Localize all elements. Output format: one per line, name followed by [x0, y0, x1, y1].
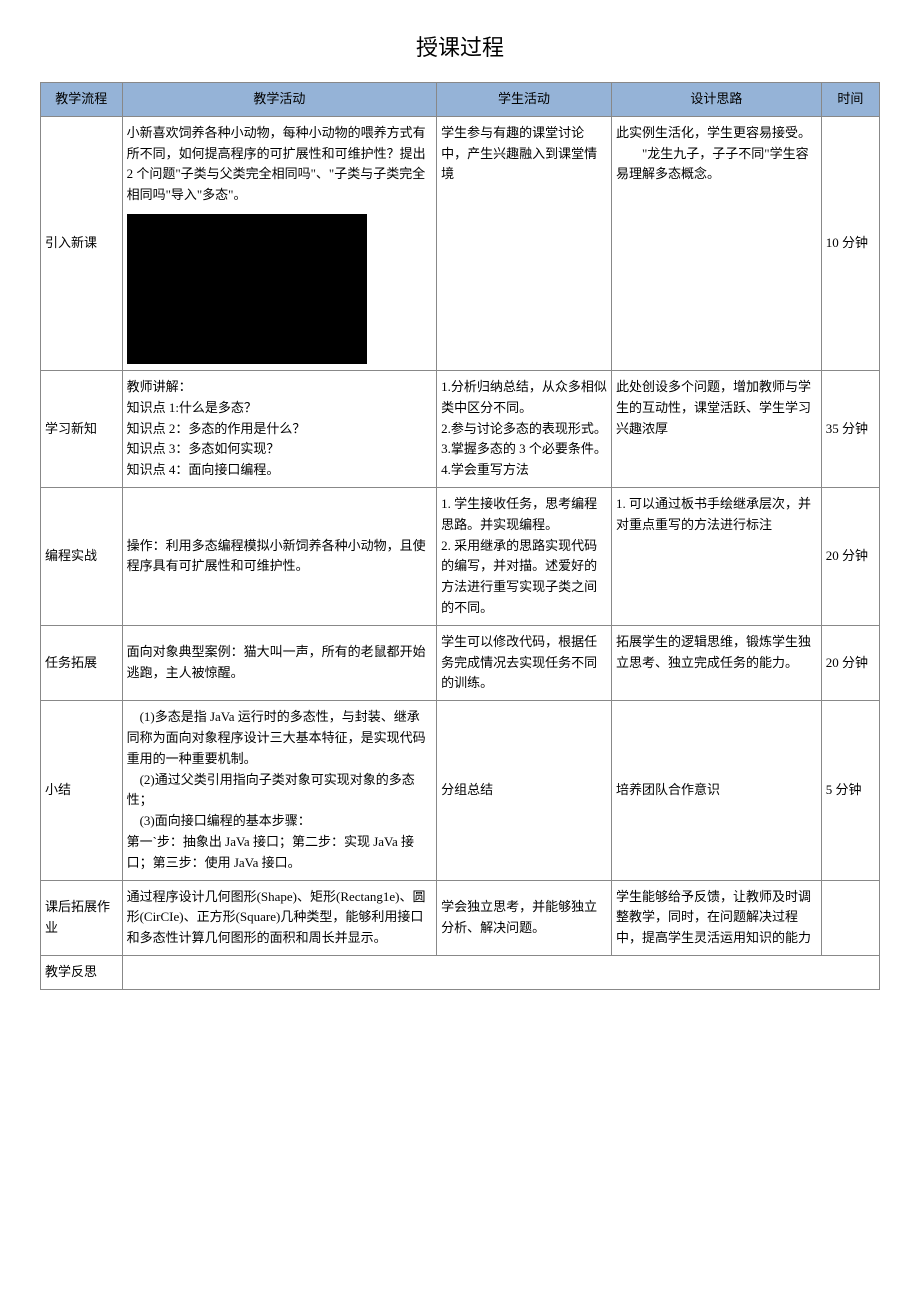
cell-time: 10 分钟 [821, 116, 879, 370]
cell-design: 此实例生活化，学生更容易接受。 "龙生九子，子子不同"学生容易理解多态概念。 [611, 116, 821, 370]
cell-student: 1. 学生接收任务，思考编程思路。并实现编程。 2. 采用继承的思路实现代码的编… [437, 487, 612, 625]
cell-activity: 面向对象典型案例：猫大叫一声，所有的老鼠都开始逃跑，主人被惊醒。 [122, 625, 437, 700]
table-row: 课后拓展作业 通过程序设计几何图形(Shape)、矩形(Rectang1e)、圆… [41, 880, 880, 955]
cell-time: 5 分钟 [821, 701, 879, 880]
cell-student: 学会独立思考，并能够独立分析、解决问题。 [437, 880, 612, 955]
table-row: 编程实战 操作：利用多态编程模拟小新饲养各种小动物，且使程序具有可扩展性和可维护… [41, 487, 880, 625]
cell-activity: 操作：利用多态编程模拟小新饲养各种小动物，且使程序具有可扩展性和可维护性。 [122, 487, 437, 625]
cell-activity: 教师讲解： 知识点 1:什么是多态？ 知识点 2：多态的作用是什么？ 知识点 3… [122, 370, 437, 487]
page-title: 授课过程 [40, 30, 880, 62]
cell-student: 1.分析归纳总结，从众多相似类中区分不同。 2.参与讨论多态的表现形式。 3.掌… [437, 370, 612, 487]
table-header-row: 教学流程 教学活动 学生活动 设计思路 时间 [41, 83, 880, 117]
cell-flow: 课后拓展作业 [41, 880, 123, 955]
table-row: 小结 (1)多态是指 JaVa 运行时的多态性，与封装、继承同称为面向对象程序设… [41, 701, 880, 880]
cell-design: 学生能够给予反馈，让教师及时调整教学，同时，在问题解决过程中，提高学生灵活运用知… [611, 880, 821, 955]
cell-flow: 学习新知 [41, 370, 123, 487]
cell-time: 35 分钟 [821, 370, 879, 487]
cell-merged [122, 955, 879, 989]
header-time: 时间 [821, 83, 879, 117]
cell-design: 拓展学生的逻辑思维，锻炼学生独立思考、独立完成任务的能力。 [611, 625, 821, 700]
table-row: 学习新知 教师讲解： 知识点 1:什么是多态？ 知识点 2：多态的作用是什么？ … [41, 370, 880, 487]
cell-flow: 教学反思 [41, 955, 123, 989]
cell-design: 培养团队合作意识 [611, 701, 821, 880]
table-row: 任务拓展 面向对象典型案例：猫大叫一声，所有的老鼠都开始逃跑，主人被惊醒。 学生… [41, 625, 880, 700]
cell-activity: (1)多态是指 JaVa 运行时的多态性，与封装、继承同称为面向对象程序设计三大… [122, 701, 437, 880]
cell-flow: 任务拓展 [41, 625, 123, 700]
cell-design: 1. 可以通过板书手绘继承层次，并对重点重写的方法进行标注 [611, 487, 821, 625]
cell-activity: 通过程序设计几何图形(Shape)、矩形(Rectang1e)、圆形(CirCI… [122, 880, 437, 955]
cell-time [821, 880, 879, 955]
header-design: 设计思路 [611, 83, 821, 117]
cell-flow: 编程实战 [41, 487, 123, 625]
cell-time: 20 分钟 [821, 625, 879, 700]
lesson-table: 教学流程 教学活动 学生活动 设计思路 时间 引入新课 小新喜欢饲养各种小动物，… [40, 82, 880, 990]
table-row: 教学反思 [41, 955, 880, 989]
table-row: 引入新课 小新喜欢饲养各种小动物，每种小动物的喂养方式有所不同，如何提高程序的可… [41, 116, 880, 370]
cell-activity: 小新喜欢饲养各种小动物，每种小动物的喂养方式有所不同，如何提高程序的可扩展性和可… [122, 116, 437, 370]
cell-student: 学生参与有趣的课堂讨论中，产生兴趣融入到课堂情境 [437, 116, 612, 370]
embedded-image-placeholder [127, 214, 367, 364]
activity-text: 小新喜欢饲养各种小动物，每种小动物的喂养方式有所不同，如何提高程序的可扩展性和可… [127, 123, 433, 206]
cell-student: 分组总结 [437, 701, 612, 880]
cell-flow: 引入新课 [41, 116, 123, 370]
cell-time: 20 分钟 [821, 487, 879, 625]
header-flow: 教学流程 [41, 83, 123, 117]
cell-design: 此处创设多个问题，增加教师与学生的互动性，课堂活跃、学生学习兴趣浓厚 [611, 370, 821, 487]
header-student: 学生活动 [437, 83, 612, 117]
header-activity: 教学活动 [122, 83, 437, 117]
cell-student: 学生可以修改代码，根据任务完成情况去实现任务不同的训练。 [437, 625, 612, 700]
cell-flow: 小结 [41, 701, 123, 880]
